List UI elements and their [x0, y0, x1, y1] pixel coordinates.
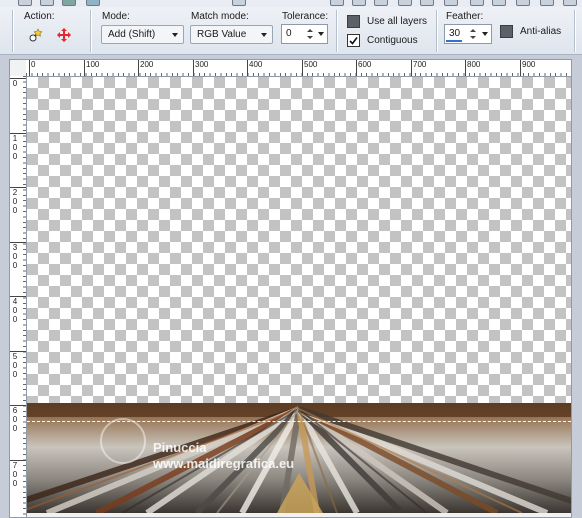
watermark-url: www.maidiregrafica.eu — [153, 456, 295, 471]
toolbar-icon[interactable] — [470, 0, 484, 6]
tolerance-label: Tolerance: — [282, 11, 329, 22]
ruler-label: 3 0 0 — [12, 243, 18, 270]
toolbar-icon[interactable] — [330, 0, 344, 6]
ruler-label: 4 0 0 — [12, 297, 18, 324]
toolbar-icon[interactable] — [62, 0, 76, 6]
upper-toolbar-strip — [0, 0, 582, 7]
toolbar-icon[interactable] — [18, 0, 32, 6]
spin-up-icon[interactable] — [307, 29, 313, 32]
ruler-label: 2 0 0 — [12, 188, 18, 215]
chevron-down-icon[interactable] — [318, 32, 324, 36]
toolbar-icon[interactable] — [86, 0, 100, 6]
anti-alias-label: Anti-alias — [520, 26, 562, 37]
toolbar-icon[interactable] — [352, 0, 366, 6]
tolerance-value: 0 — [286, 28, 292, 39]
match-mode-label: Match mode: — [191, 11, 249, 22]
toolbar-icon[interactable] — [563, 0, 577, 6]
magic-wand-add-icon[interactable] — [29, 27, 47, 43]
spin-up-icon[interactable] — [470, 29, 476, 32]
divider — [574, 10, 576, 52]
anti-alias-checkbox[interactable] — [500, 25, 513, 38]
ruler-major-tick — [411, 60, 412, 76]
feather-value: 30 — [449, 28, 461, 39]
ruler-label: 6 0 0 — [12, 406, 18, 433]
horizontal-ruler — [26, 60, 571, 77]
mode-dropdown[interactable]: Add (Shift) — [101, 25, 184, 44]
toolbar-icon[interactable] — [374, 0, 388, 6]
ruler-label: 400 — [249, 60, 263, 69]
tool-options-bar: Action: Mode: Add (Shift) Match mode: RG… — [0, 7, 582, 55]
toolbar-icon[interactable] — [398, 0, 412, 6]
spin-down-icon[interactable] — [307, 36, 313, 39]
ruler-label: 900 — [522, 60, 536, 69]
divider — [90, 10, 92, 52]
use-all-layers-label: Use all layers — [367, 16, 428, 27]
ruler-label: 0 — [31, 60, 36, 69]
ruler-label: 0 — [12, 79, 18, 88]
move-cross-icon[interactable] — [56, 27, 72, 43]
match-mode-dropdown[interactable]: RGB Value — [190, 25, 273, 44]
contiguous-checkbox[interactable] — [347, 34, 360, 47]
action-label: Action: — [24, 11, 55, 22]
ruler-major-tick — [138, 60, 139, 76]
contiguous-label: Contiguous — [367, 35, 418, 46]
ruler-major-tick — [29, 60, 30, 76]
ruler-label: 600 — [358, 60, 372, 69]
transparent-canvas-area[interactable] — [27, 77, 571, 403]
toolbar-icon[interactable] — [232, 0, 246, 6]
ruler-label: 7 0 0 — [12, 461, 18, 488]
feather-label: Feather: — [446, 11, 484, 22]
ruler-label: 1 0 0 — [12, 134, 18, 161]
watermark-logo-icon — [100, 418, 146, 464]
toolbar-icon[interactable] — [492, 0, 506, 6]
toolbar-icon[interactable] — [420, 0, 434, 6]
ruler-major-tick — [247, 60, 248, 76]
match-mode-value: RGB Value — [197, 29, 247, 40]
toolbar-icon[interactable] — [540, 0, 554, 6]
ruler-major-tick — [465, 60, 466, 76]
ruler-label: 500 — [304, 60, 318, 69]
ruler-major-tick — [84, 60, 85, 76]
divider — [12, 10, 14, 52]
tolerance-spinbox[interactable]: 0 — [281, 24, 328, 44]
ruler-major-tick — [520, 60, 521, 76]
watermark-name: Pinuccia — [153, 440, 207, 455]
spin-down-icon[interactable] — [470, 36, 476, 39]
chevron-down-icon — [172, 33, 178, 37]
checkmark-icon — [349, 37, 358, 45]
divider — [436, 10, 438, 52]
mode-value: Add (Shift) — [108, 29, 156, 40]
toolbar-icon[interactable] — [516, 0, 530, 6]
toolbar-icon[interactable] — [40, 0, 54, 6]
ruler-major-tick — [193, 60, 194, 76]
ruler-label: 5 0 0 — [12, 352, 18, 379]
ruler-major-tick — [356, 60, 357, 76]
chevron-down-icon — [261, 33, 267, 37]
use-all-layers-checkbox[interactable] — [347, 15, 360, 28]
divider — [336, 10, 338, 52]
toolbar-icon[interactable] — [444, 0, 458, 6]
ruler-label: 300 — [195, 60, 209, 69]
feather-spinbox[interactable]: 30 — [444, 24, 492, 44]
ruler-label: 800 — [467, 60, 481, 69]
ruler-major-tick — [302, 60, 303, 76]
ruler-label: 700 — [413, 60, 427, 69]
feather-slider-fill — [446, 40, 462, 42]
ruler-label: 200 — [140, 60, 154, 69]
chevron-down-icon[interactable] — [482, 32, 488, 36]
mode-label: Mode: — [102, 11, 130, 22]
ruler-label: 100 — [86, 60, 100, 69]
